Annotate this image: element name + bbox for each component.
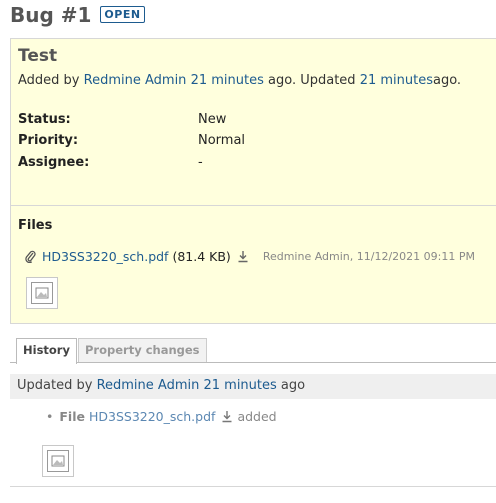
detail-action: added: [237, 409, 277, 424]
download-icon[interactable]: [221, 410, 233, 423]
status-badge: OPEN: [100, 6, 145, 23]
thumbnail-icon: [31, 282, 53, 304]
status-value: New: [198, 112, 227, 127]
author-link[interactable]: Redmine Admin: [84, 73, 187, 88]
thumbnail-icon: [47, 450, 69, 472]
issue-author-line: Added by Redmine Admin 21 minutes ago. U…: [18, 73, 461, 88]
detail-file-link[interactable]: HD3SS3220_sch.pdf: [89, 409, 215, 424]
detail-bullet: •: [46, 409, 54, 424]
divider: [10, 486, 496, 487]
ago-suffix: ago.: [432, 73, 462, 88]
author-prefix: Added by: [18, 73, 80, 88]
attachment-link[interactable]: HD3SS3220_sch.pdf: [42, 249, 168, 264]
page-title: Bug #1 OPEN: [10, 3, 145, 27]
status-label: Status:: [18, 112, 71, 127]
journal-title: Updated by Redmine Admin 21 minutes ago: [17, 378, 305, 393]
attachment-meta: Redmine Admin, 11/12/2021 09:11 PM: [262, 250, 475, 263]
created-time-link[interactable]: 21 minutes: [191, 73, 264, 88]
attachment-thumbnail[interactable]: [26, 277, 58, 309]
priority-label: Priority:: [18, 133, 79, 148]
journal-suffix: ago: [280, 378, 306, 393]
files-heading: Files: [18, 218, 53, 233]
journal-time-link[interactable]: 21 minutes: [203, 378, 276, 393]
journal-prefix: Updated by: [17, 378, 93, 393]
assignee-label: Assignee:: [18, 155, 90, 170]
journal-thumbnail[interactable]: [42, 445, 74, 477]
journal-author-link[interactable]: Redmine Admin: [97, 378, 200, 393]
updated-time-link[interactable]: 21 minutes: [360, 73, 433, 88]
tab-bar: History Property changes: [10, 337, 496, 364]
attachment-row: HD3SS3220_sch.pdf (81.4 KB) Redmine Admi…: [25, 249, 475, 264]
tab-property-changes[interactable]: Property changes: [78, 338, 207, 362]
divider: [11, 205, 496, 206]
issue-subject: Test: [18, 46, 58, 66]
detail-field: File: [59, 409, 85, 424]
issue-title: Bug #1: [10, 3, 92, 27]
download-icon[interactable]: [237, 250, 249, 263]
assignee-value: -: [198, 155, 203, 170]
journal-detail: • File HD3SS3220_sch.pdf added: [46, 409, 277, 424]
paperclip-icon: [25, 250, 36, 263]
issue-details: Test Added by Redmine Admin 21 minutes a…: [10, 38, 496, 324]
priority-value: Normal: [198, 133, 246, 148]
journal-header: Updated by Redmine Admin 21 minutes ago: [10, 374, 496, 399]
updated-prefix: ago. Updated: [268, 73, 356, 88]
tab-history[interactable]: History: [16, 338, 77, 364]
attachment-size: (81.4 KB): [172, 249, 231, 264]
